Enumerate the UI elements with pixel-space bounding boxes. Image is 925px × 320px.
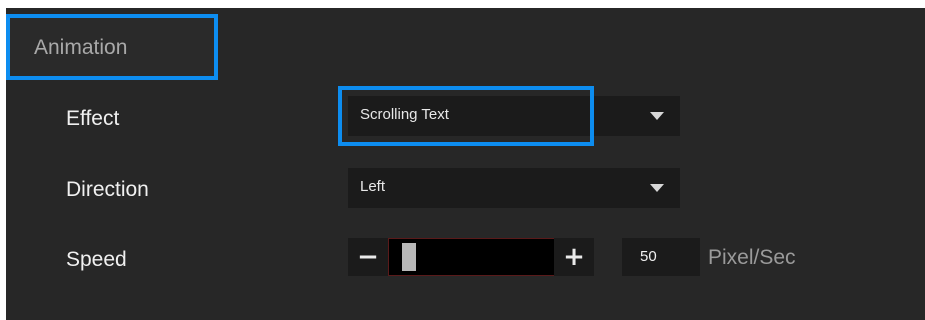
- chevron-down-icon[interactable]: [650, 112, 664, 120]
- speed-label: Speed: [66, 248, 127, 271]
- speed-increment-button[interactable]: +: [554, 238, 594, 276]
- speed-unit-label: Pixel/Sec: [708, 246, 796, 269]
- chevron-down-icon[interactable]: [650, 184, 664, 192]
- direction-label: Direction: [66, 178, 149, 201]
- effect-select-value: Scrolling Text: [360, 106, 449, 123]
- animation-tab-label: Animation: [34, 36, 128, 59]
- direction-select[interactable]: Left: [348, 168, 680, 208]
- effect-label: Effect: [66, 107, 120, 130]
- speed-value-input[interactable]: 50: [622, 238, 700, 276]
- direction-select-value: Left: [360, 178, 386, 195]
- speed-slider[interactable]: [388, 238, 556, 276]
- speed-decrement-button[interactable]: −: [348, 238, 388, 276]
- effect-select[interactable]: Scrolling Text: [348, 96, 680, 136]
- speed-slider-thumb[interactable]: [402, 243, 416, 271]
